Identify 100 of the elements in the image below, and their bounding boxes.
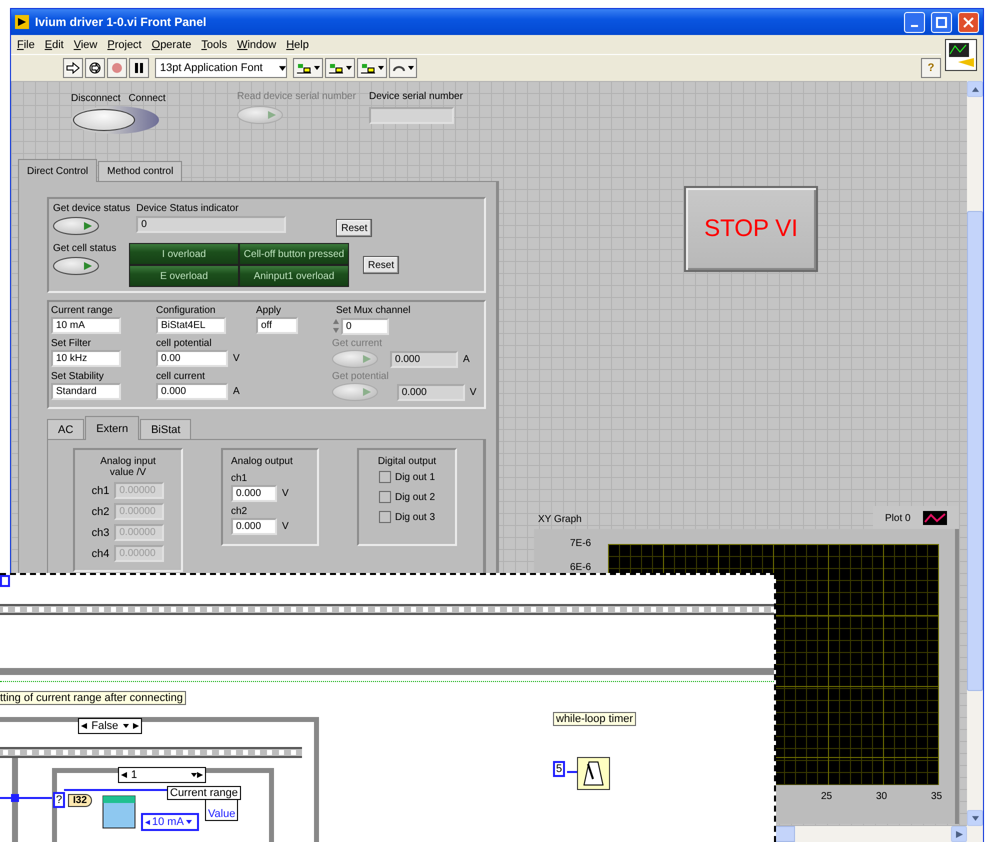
caret-icon <box>972 86 978 92</box>
mux-channel-field[interactable]: 0 <box>341 318 389 334</box>
case-terminal: ? <box>53 792 66 808</box>
field-label: Current range <box>51 305 113 316</box>
status-led: I overload <box>129 243 239 265</box>
group-title: Analog input value /V <box>99 456 157 478</box>
tab[interactable]: Extern <box>85 416 140 440</box>
tab[interactable]: Method control <box>98 161 182 181</box>
case-selector[interactable]: False <box>78 718 142 734</box>
unit-label: V <box>282 521 289 532</box>
menu-item[interactable]: Window <box>237 38 276 50</box>
tab[interactable]: AC <box>47 419 84 439</box>
caret-icon <box>81 723 87 729</box>
close-icon <box>963 16 974 28</box>
unit-label: A <box>233 386 240 397</box>
plot-legend[interactable]: Plot 0 <box>873 506 959 530</box>
minimize-icon <box>911 25 918 27</box>
axis-tick-label: 6E-6 <box>570 562 592 573</box>
vertical-scrollbar[interactable] <box>967 81 983 826</box>
cell-current-field[interactable]: 0.000 <box>156 383 228 400</box>
device-status-button[interactable] <box>53 217 99 235</box>
menu-item[interactable]: Help <box>286 38 309 50</box>
apply-field[interactable]: off <box>256 317 298 334</box>
status-led: Cell-off button pressed <box>239 243 349 265</box>
checkbox[interactable] <box>378 471 391 483</box>
checkbox[interactable] <box>378 491 391 503</box>
caret-icon <box>145 820 150 824</box>
caret-icon <box>378 65 384 71</box>
field-label: Device serial number <box>369 91 463 102</box>
caret-icon <box>314 65 320 71</box>
field-label: Device Status indicator <box>136 203 239 214</box>
channel-label: ch3 <box>92 526 110 538</box>
channel-output-field[interactable]: 0.000 <box>231 485 277 502</box>
menu-item[interactable]: Project <box>107 38 142 50</box>
minimize-button[interactable] <box>904 12 925 32</box>
vi-icon <box>945 39 977 71</box>
caret-icon <box>363 388 371 396</box>
unit-label: V <box>282 488 289 499</box>
menu-item[interactable]: Edit <box>44 38 64 50</box>
distribute-objects-button[interactable] <box>325 58 355 78</box>
cell-potential-field[interactable]: 0.00 <box>156 350 228 367</box>
reset-button[interactable]: Reset <box>336 219 372 237</box>
plot-line-icon <box>922 511 947 525</box>
filter-field[interactable]: 10 kHz <box>51 350 121 367</box>
stability-field[interactable]: Standard <box>51 383 121 400</box>
resize-objects-button[interactable] <box>357 58 387 78</box>
subvi-icon <box>102 795 136 829</box>
help-button[interactable]: ? <box>921 58 941 78</box>
align-objects-button[interactable] <box>293 58 323 78</box>
pause-icon[interactable] <box>129 58 149 78</box>
menu-item[interactable]: Operate <box>152 38 192 50</box>
caret-icon <box>279 64 286 72</box>
field-label: Configuration <box>156 305 216 316</box>
metronome-icon <box>577 757 610 790</box>
enum-constant[interactable]: 10 mA <box>141 813 199 831</box>
wire <box>567 771 577 773</box>
configuration-field[interactable]: BiStat4EL <box>156 317 226 334</box>
close-button[interactable] <box>958 12 979 32</box>
indicator-field: 0.000 <box>396 384 465 401</box>
channel-value-field: 0.00000 <box>114 503 164 520</box>
reorder-button[interactable] <box>389 58 417 78</box>
unit-label: V <box>233 353 240 364</box>
group-title: Analog output <box>231 456 293 467</box>
field-label: Set Stability <box>51 371 104 382</box>
caret-icon <box>363 355 371 363</box>
button-label: Get current <box>332 338 382 349</box>
checkbox-label: Dig out 2 <box>394 492 436 502</box>
cell-status-button[interactable] <box>53 257 99 275</box>
reset-button[interactable]: Reset <box>363 256 400 274</box>
axis-tick-label: 35 <box>931 791 942 802</box>
current-range-field[interactable]: 10 mA <box>51 317 121 334</box>
maximize-button[interactable] <box>931 12 952 32</box>
checkbox[interactable] <box>378 511 391 523</box>
channel-label: ch1 <box>231 473 248 484</box>
node-label: Current range <box>167 786 241 800</box>
tab[interactable]: Direct Control <box>18 159 98 182</box>
channel-label: ch4 <box>92 548 110 560</box>
channel-output-field[interactable]: 0.000 <box>231 518 277 535</box>
graph-label: XY Graph <box>538 514 582 525</box>
run-continuously-icon[interactable] <box>85 58 105 78</box>
channel-label: ch1 <box>92 484 110 496</box>
channel-label: ch2 <box>92 506 110 518</box>
menu-item[interactable]: File <box>17 38 35 50</box>
button-label: Get cell status <box>53 243 116 254</box>
reorder-icon <box>392 64 406 72</box>
case-selector[interactable]: 1 <box>118 767 206 783</box>
button-label: Get device status <box>53 203 130 214</box>
menu-item[interactable]: Tools <box>201 38 228 50</box>
menu-item[interactable]: View <box>74 38 98 50</box>
scrollbar-thumb[interactable] <box>775 826 795 842</box>
abort-icon[interactable] <box>107 58 127 78</box>
status-led: Aninput1 overload <box>239 265 349 287</box>
distribute-objects-icon <box>328 62 344 74</box>
horizontal-scrollbar[interactable] <box>775 826 983 842</box>
wire-junction <box>11 794 19 802</box>
axis-tick-label: 25 <box>821 791 832 802</box>
connect-switch[interactable] <box>71 106 159 134</box>
field-label: cell potential <box>156 338 212 349</box>
font-dropdown[interactable]: 13pt Application Font <box>155 58 287 78</box>
tab[interactable]: BiStat <box>140 419 192 439</box>
